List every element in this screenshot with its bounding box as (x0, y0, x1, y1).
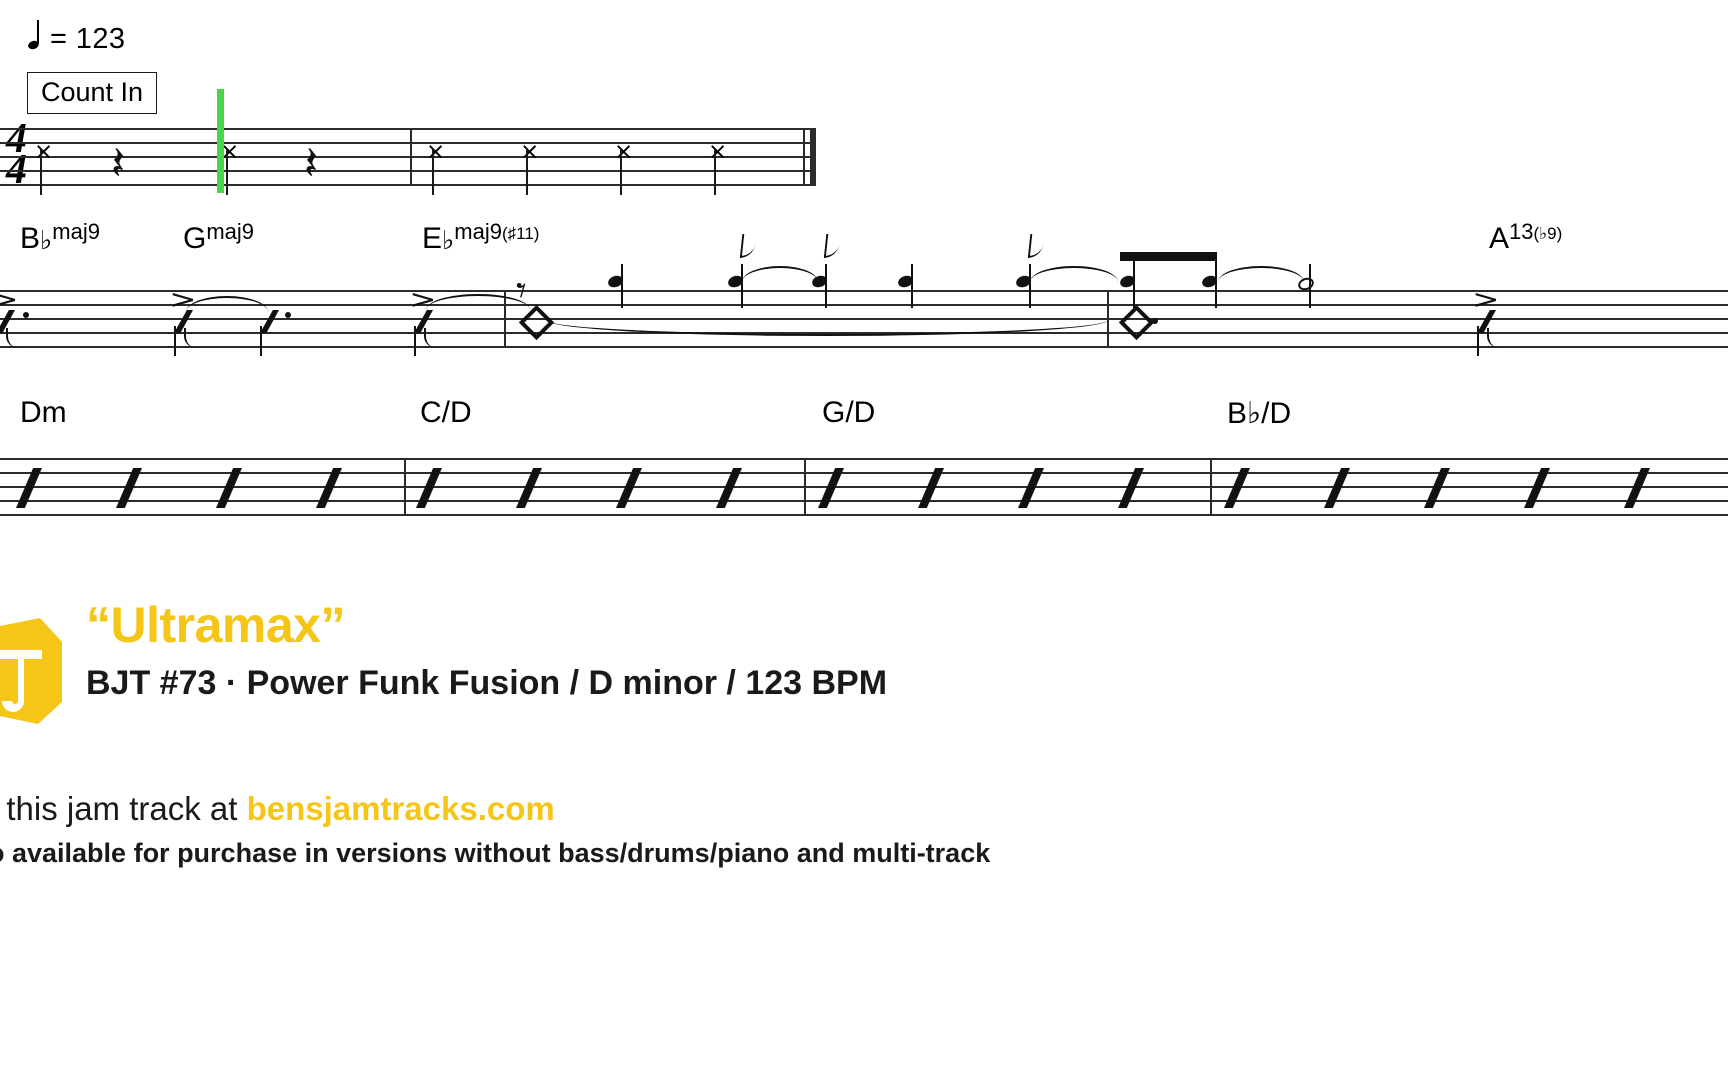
chord-quality: maj9 (454, 219, 502, 244)
comp-slash (1424, 468, 1450, 508)
chord-symbol-a13b9: A13(♭9) (1489, 219, 1563, 256)
comp-slash (616, 468, 642, 508)
staff-line (0, 500, 1728, 502)
augmentation-dot (1152, 318, 1158, 324)
comp-slash (1324, 468, 1350, 508)
comp-slash (116, 468, 142, 508)
barline-measure (1210, 458, 1213, 516)
chord-quality: maj9 (52, 219, 100, 244)
staff-line (0, 290, 1728, 292)
chord-symbol-dm: Dm (20, 396, 67, 429)
slash-note (412, 304, 433, 356)
melody-rhythm-staff: > > > 𝄾 (0, 234, 1728, 356)
tempo-marking: = 123 (28, 20, 126, 56)
chord-quality: 13 (1509, 219, 1534, 244)
comp-slash (1018, 468, 1044, 508)
barline-final-thin (803, 128, 806, 186)
promo-prefix: t this jam track at (0, 790, 247, 827)
staff-line (0, 128, 814, 130)
chord-symbol-gmaj9: Gmaj9 (183, 219, 255, 256)
comp-slash (316, 468, 342, 508)
augmentation-dot (285, 312, 291, 318)
staff-line (0, 514, 1728, 516)
barline-measure (804, 458, 807, 516)
count-in-label: Count In (27, 72, 158, 115)
chord-accidental: ♭ (442, 225, 455, 255)
barline-final-thick (810, 128, 816, 186)
comp-slash (416, 468, 442, 508)
chord-symbol-g-over-d: G/D (822, 396, 876, 429)
diamond-notehead (1120, 306, 1146, 332)
chord-symbol-bb-over-d: B♭/D (1227, 397, 1292, 430)
diamond-notehead (520, 306, 546, 332)
comp-slash (516, 468, 542, 508)
quarter-note-icon (28, 20, 44, 56)
augmentation-dot (23, 312, 29, 318)
barline-measure (410, 128, 413, 186)
comp-slash (1118, 468, 1144, 508)
bjt-logo (0, 616, 64, 726)
tie (1030, 266, 1118, 282)
chord-symbol-c-over-d: C/D (420, 396, 472, 429)
chord-extension: (♭9) (1533, 224, 1563, 243)
comp-slash (216, 468, 242, 508)
comp-slash (716, 468, 742, 508)
beam (1120, 252, 1217, 261)
tie (1218, 266, 1304, 282)
tempo-value: = 123 (50, 22, 126, 55)
slash-note (0, 304, 15, 350)
tie (426, 294, 530, 310)
barline-measure (404, 458, 407, 516)
chord-root: G (183, 222, 207, 255)
tie (742, 266, 818, 282)
barline-measure (1107, 290, 1110, 348)
slash-note (1475, 304, 1496, 356)
chord-symbol-bbmaj9: B♭maj9 (20, 219, 100, 256)
chord-root: B (20, 222, 41, 255)
track-title: “Ultramax” (86, 597, 346, 653)
track-subtitle: BJT #73 · Power Funk Fusion / D minor / … (86, 664, 888, 702)
playhead-cursor[interactable] (217, 89, 224, 193)
chord-quality: maj9 (206, 219, 255, 244)
chord-accidental: ♭ (40, 225, 53, 255)
promo-url[interactable]: bensjamtracks.com (247, 790, 555, 827)
chord-symbol-ebmaj9sharp11: E♭maj9(♯11) (422, 219, 540, 256)
chord-root: E (422, 222, 443, 255)
comp-slash (1624, 468, 1650, 508)
comp-slash (818, 468, 844, 508)
comp-slash (1524, 468, 1550, 508)
comp-slash (918, 468, 944, 508)
tie (186, 296, 268, 312)
comp-slash (1224, 468, 1250, 508)
staff-line (0, 486, 1728, 488)
promo-line: t this jam track at bensjamtracks.com (0, 790, 555, 828)
chord-extension: (♯11) (501, 224, 540, 243)
staff-line (0, 458, 1728, 460)
slash-note (258, 304, 279, 356)
count-in-staff: × 𝄽 × 𝄽 × × × × (0, 128, 816, 195)
chord-root: A (1489, 222, 1510, 255)
comping-slash-staff (0, 458, 1728, 520)
staff-line (0, 472, 1728, 474)
purchase-line: o available for purchase in versions wit… (0, 838, 991, 868)
comp-slash (16, 468, 42, 508)
